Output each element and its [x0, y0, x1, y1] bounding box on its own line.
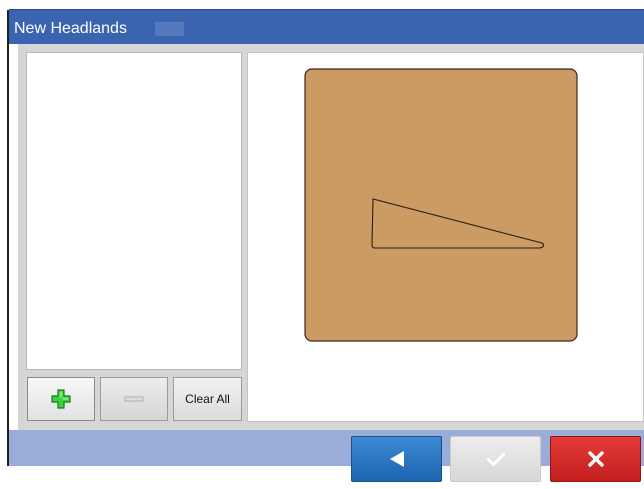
checkmark-icon	[486, 452, 505, 466]
add-headland-button[interactable]	[27, 377, 95, 421]
cancel-button[interactable]	[550, 436, 641, 482]
title-bar: New Headlands	[9, 9, 644, 44]
plus-icon	[51, 389, 71, 409]
field-preview-panel	[247, 52, 644, 422]
field-map[interactable]	[304, 68, 578, 342]
dialog-content: Clear All	[18, 44, 644, 430]
clear-all-button[interactable]: Clear All	[173, 377, 242, 421]
headlands-list[interactable]	[26, 52, 242, 370]
new-headlands-window: New Headlands Clear All	[0, 0, 644, 489]
confirm-button[interactable]	[450, 436, 541, 482]
minus-icon	[124, 396, 144, 402]
back-button[interactable]	[351, 436, 442, 482]
window-title: New Headlands	[14, 20, 127, 37]
x-icon	[587, 451, 604, 467]
left-arrow-icon	[389, 451, 404, 467]
footer-bar	[9, 430, 644, 466]
title-tab-shade	[155, 22, 184, 36]
clear-all-label: Clear All	[185, 392, 230, 406]
window-frame-edge	[7, 10, 9, 466]
remove-headland-button[interactable]	[100, 377, 168, 421]
field-boundary	[304, 68, 578, 342]
